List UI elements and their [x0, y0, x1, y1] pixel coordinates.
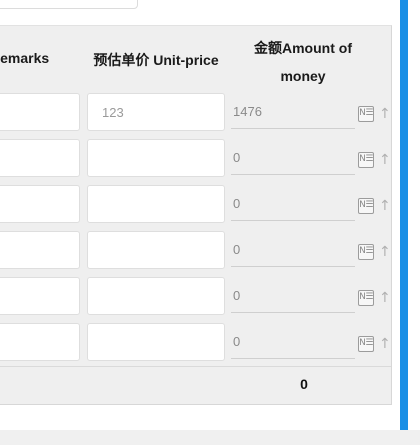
remarks-input[interactable]: [0, 323, 80, 361]
amount-field[interactable]: 0: [231, 283, 355, 313]
arrow-up-icon[interactable]: ↑: [379, 150, 391, 170]
calculator-icon[interactable]: N☰: [358, 336, 374, 352]
table-row: 123 1476 N☰ ↑: [0, 93, 391, 133]
accent-scroll-bar[interactable]: [400, 0, 408, 430]
column-header-amount: 金额Amount of money: [228, 34, 378, 90]
remarks-input[interactable]: [0, 231, 80, 269]
column-header-amount-line1: 金额Amount of: [254, 40, 352, 56]
table-row: 0 N☰ ↑: [0, 323, 391, 363]
bottom-strip: [0, 430, 420, 445]
unit-price-input[interactable]: [87, 277, 225, 315]
calculator-icon[interactable]: N☰: [358, 106, 374, 122]
unit-price-input[interactable]: [87, 231, 225, 269]
unit-price-input[interactable]: [87, 323, 225, 361]
arrow-up-icon[interactable]: ↑: [379, 104, 391, 124]
table-row: 0 N☰ ↑: [0, 231, 391, 271]
column-header-amount-line2: money: [280, 68, 326, 84]
unit-price-input[interactable]: [87, 185, 225, 223]
top-text-input[interactable]: [0, 0, 138, 9]
remarks-input[interactable]: [0, 93, 80, 131]
arrow-up-icon[interactable]: ↑: [379, 242, 391, 262]
calculator-icon[interactable]: N☰: [358, 152, 374, 168]
amount-field[interactable]: 0: [231, 191, 355, 221]
arrow-up-icon[interactable]: ↑: [379, 288, 391, 308]
column-header-remarks: Remarks: [0, 50, 50, 66]
calculator-icon[interactable]: N☰: [358, 198, 374, 214]
arrow-up-icon[interactable]: ↑: [379, 196, 391, 216]
remarks-input[interactable]: [0, 139, 80, 177]
table-row: 0 N☰ ↑: [0, 139, 391, 179]
unit-price-input[interactable]: [87, 139, 225, 177]
total-amount: 0: [300, 376, 308, 392]
amount-field[interactable]: 0: [231, 329, 355, 359]
amount-field[interactable]: 0: [231, 145, 355, 175]
column-header-unit-price: 预估单价 Unit-price: [93, 52, 219, 68]
arrow-up-icon[interactable]: ↑: [379, 334, 391, 354]
calculator-icon[interactable]: N☰: [358, 244, 374, 260]
table-row: 0 N☰ ↑: [0, 185, 391, 225]
remarks-input[interactable]: [0, 277, 80, 315]
unit-price-input[interactable]: 123: [87, 93, 225, 131]
table-row: 0 N☰ ↑: [0, 277, 391, 317]
remarks-input[interactable]: [0, 185, 80, 223]
calculator-icon[interactable]: N☰: [358, 290, 374, 306]
total-divider: [0, 366, 391, 367]
amount-field[interactable]: 1476: [231, 99, 355, 129]
amount-field[interactable]: 0: [231, 237, 355, 267]
